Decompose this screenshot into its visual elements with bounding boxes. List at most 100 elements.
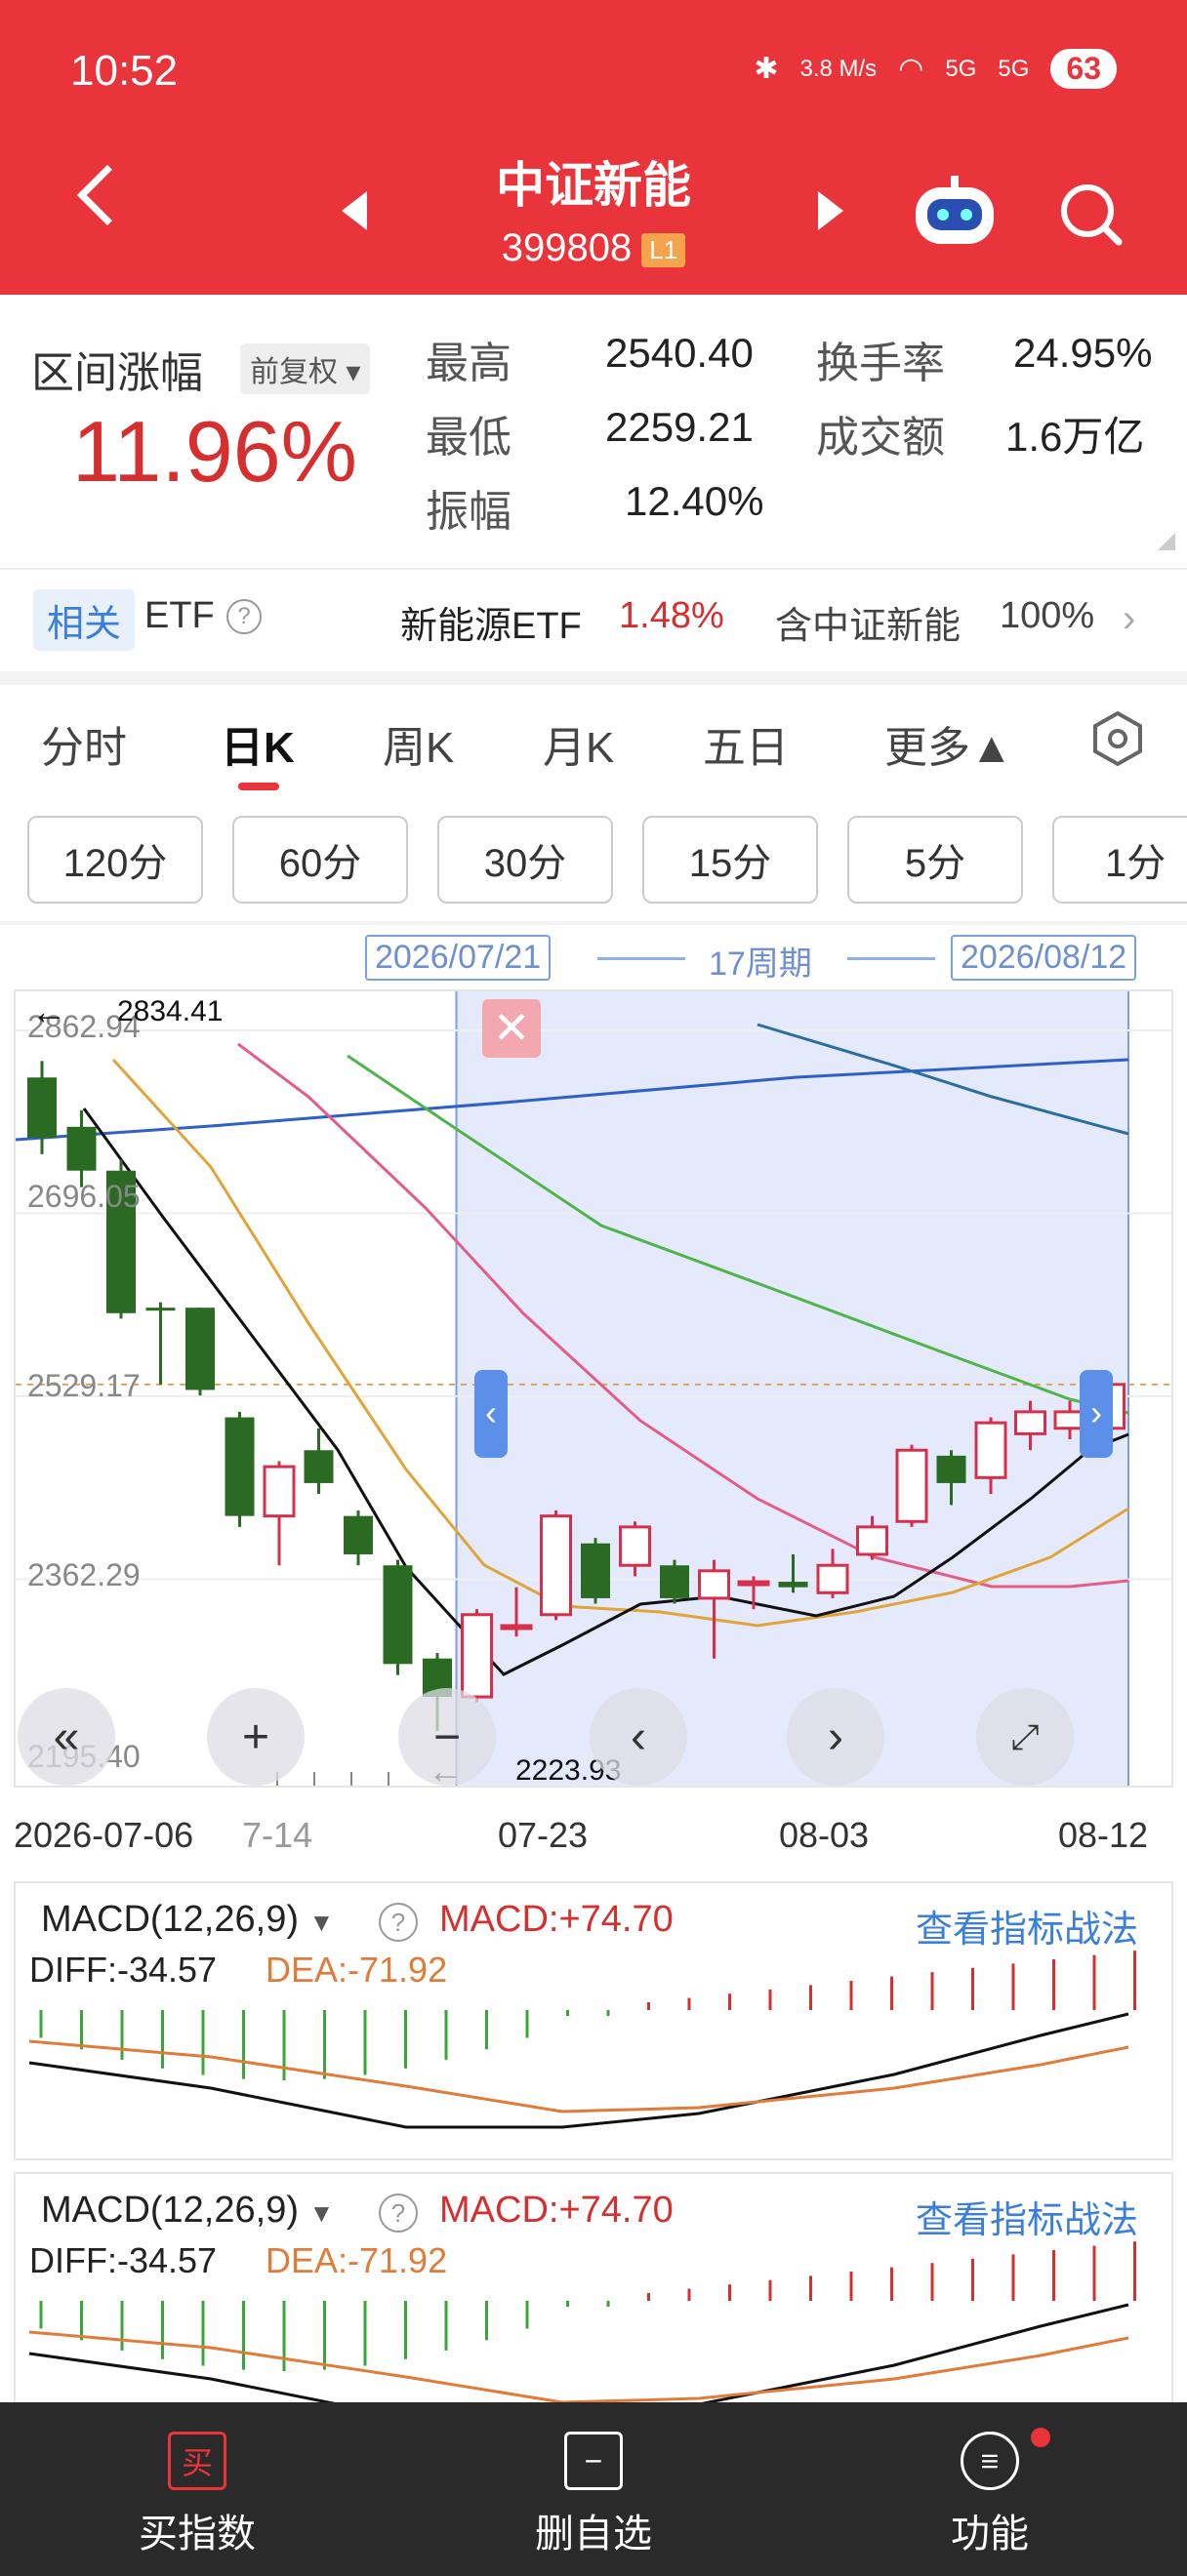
candle-body-11 xyxy=(461,1613,493,1699)
macd-svg-2 xyxy=(28,2241,1136,2402)
candle-body-6 xyxy=(263,1465,296,1518)
period-120[interactable]: 120分 xyxy=(27,816,203,904)
candle-body-13 xyxy=(540,1514,572,1617)
section-gap-2 xyxy=(0,921,1187,925)
battery-level: 63 xyxy=(1050,49,1117,89)
tab-more[interactable]: 更多▲ xyxy=(884,712,1013,775)
robot-icon[interactable] xyxy=(912,174,998,248)
macd-dea-line xyxy=(28,2330,1129,2402)
function-button[interactable]: ≡ 功能 xyxy=(863,2428,1117,2558)
max-annotation: 2834.41 xyxy=(117,995,224,1027)
macd-panel-1[interactable]: MACD(12,26,9) ▼ ? MACD:+74.70 查看指标战法 DIF… xyxy=(14,1881,1173,2160)
tab-five-day[interactable]: 五日 xyxy=(703,712,789,775)
candle-body-8 xyxy=(344,1515,373,1554)
period-5[interactable]: 5分 xyxy=(847,816,1023,904)
candle-body-9 xyxy=(383,1565,413,1665)
period-1[interactable]: 1分 xyxy=(1052,816,1187,904)
bottom-action-bar: 买 买指数 − 删自选 ≡ 功能 xyxy=(0,2402,1187,2576)
etf-change: 1.48% xyxy=(619,595,724,636)
range-end[interactable]: 2026/08/12 xyxy=(951,935,1137,981)
candle-body-24 xyxy=(974,1421,1007,1479)
etf-name: 新能源ETF xyxy=(400,606,582,647)
close-selection-button[interactable]: ✕ xyxy=(482,999,541,1058)
header-bar: 10:52 ✱ 3.8 M/s ◠ 5G 5G 63 中证新能 399808 L1 xyxy=(0,0,1187,295)
tab-weekly-k[interactable]: 周K xyxy=(383,712,454,775)
candle-body-22 xyxy=(895,1448,928,1523)
scroll-right-button[interactable]: › xyxy=(787,1688,884,1786)
tab-daily-k[interactable]: 日K xyxy=(221,712,295,775)
candle-body-18 xyxy=(737,1580,770,1587)
chevron-right-icon: › xyxy=(1123,597,1136,640)
macd-panel-2[interactable]: MACD(12,26,9) ▼ ? MACD:+74.70 查看指标战法 DIF… xyxy=(14,2172,1173,2402)
volume-value: 1.6万亿 xyxy=(1005,414,1145,460)
kline-chart[interactable] xyxy=(14,989,1173,1788)
zoom-out-button[interactable]: − xyxy=(398,1688,496,1786)
candle-body-3 xyxy=(145,1308,176,1311)
remove-watchlist-button[interactable]: − 删自选 xyxy=(467,2432,720,2558)
candle-body-20 xyxy=(816,1563,849,1594)
settings-hex-icon[interactable] xyxy=(1089,710,1146,767)
chevron-down-icon: ▾ xyxy=(346,356,361,388)
etf-percent: 100% xyxy=(1000,595,1095,636)
index-code: 399808 L1 xyxy=(0,226,1187,270)
next-triangle-icon[interactable] xyxy=(818,191,843,230)
signal-1: 5G xyxy=(945,55,977,82)
candle-body-7 xyxy=(304,1450,334,1483)
buy-index-button[interactable]: 买 买指数 xyxy=(70,2432,324,2558)
menu-icon: ≡ xyxy=(961,2432,1019,2490)
corner-triangle-icon xyxy=(1158,533,1175,550)
etf-label: ETF xyxy=(144,595,215,636)
candle-body-12 xyxy=(500,1624,533,1630)
remove-icon: − xyxy=(564,2432,623,2490)
remove-label: 删自选 xyxy=(535,2513,652,2556)
related-tag: 相关 xyxy=(33,589,136,651)
macd-diff-line xyxy=(28,2303,1129,2402)
candle-body-17 xyxy=(698,1569,730,1600)
max-arrow-icon: ← xyxy=(31,991,66,1031)
period-30[interactable]: 30分 xyxy=(437,816,613,904)
candle-body-4 xyxy=(185,1308,215,1390)
etf-row[interactable]: 相关 ETF ? 新能源ETF 1.48% 含中证新能 100% › xyxy=(0,570,1187,671)
turnover-value: 24.95% xyxy=(1013,330,1153,376)
tab-monthly-k[interactable]: 月K xyxy=(543,712,614,775)
right-handle[interactable]: › xyxy=(1080,1370,1113,1458)
signal-2: 5G xyxy=(998,55,1030,82)
func-label: 功能 xyxy=(951,2513,1029,2556)
macd-dea-line xyxy=(28,2039,1129,2113)
y-tick-3: 2529.17 xyxy=(27,1368,141,1403)
wifi-icon: ◠ xyxy=(898,53,924,85)
adjust-dropdown[interactable]: 前复权 ▾ xyxy=(240,343,371,394)
candle-body-25 xyxy=(1014,1410,1046,1435)
range-start[interactable]: 2026/07/21 xyxy=(365,935,552,981)
x-tick-1: 2026-07-06 xyxy=(14,1815,194,1855)
scroll-left-button[interactable]: ‹ xyxy=(590,1688,687,1786)
turnover-label: 换手率 xyxy=(816,340,945,387)
period-60[interactable]: 60分 xyxy=(232,816,408,904)
interval-value: 11.96% xyxy=(72,403,357,500)
section-gap xyxy=(0,671,1187,685)
fullscreen-button[interactable]: ⤢ xyxy=(976,1688,1074,1786)
help-icon[interactable]: ? xyxy=(226,599,262,634)
search-icon[interactable] xyxy=(1056,180,1125,248)
notification-dot xyxy=(1031,2428,1050,2447)
zoom-out-all-button[interactable]: « xyxy=(18,1688,115,1786)
code-text: 399808 xyxy=(501,226,633,269)
left-handle[interactable]: ‹ xyxy=(474,1370,508,1458)
kline-svg xyxy=(16,991,1171,1786)
tab-fenshi[interactable]: 分时 xyxy=(41,712,127,775)
candle-body-23 xyxy=(936,1455,966,1483)
buy-icon: 买 xyxy=(168,2432,226,2490)
bluetooth-icon: ✱ xyxy=(754,53,779,85)
candle-body-14 xyxy=(581,1543,610,1598)
x-tick-4: 08-03 xyxy=(779,1815,870,1855)
range-line-right xyxy=(847,957,935,960)
range-line-left xyxy=(597,957,685,960)
status-icons: ✱ 3.8 M/s ◠ 5G 5G 63 xyxy=(754,49,1117,89)
high-value: 2540.40 xyxy=(605,330,754,376)
candle-body-1 xyxy=(66,1126,97,1171)
low-value: 2259.21 xyxy=(605,404,754,450)
tab-active-indicator xyxy=(238,783,279,790)
zoom-in-button[interactable]: + xyxy=(207,1688,305,1786)
amp-value: 12.40% xyxy=(625,478,764,524)
period-15[interactable]: 15分 xyxy=(642,816,818,904)
